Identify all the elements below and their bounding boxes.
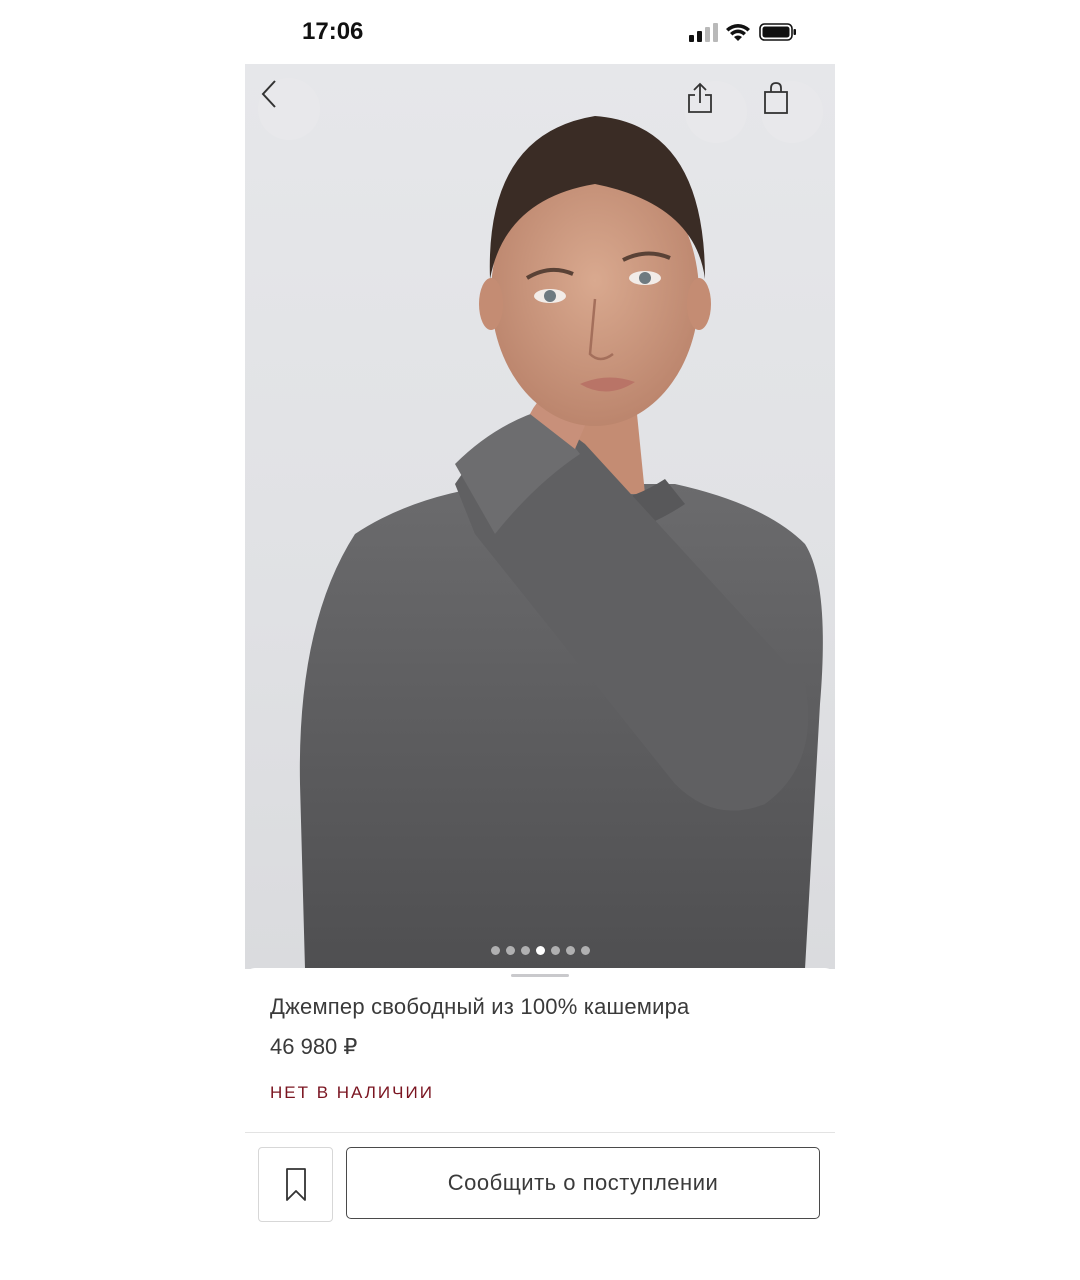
- shopping-bag-icon: [764, 82, 788, 114]
- phone-screen: 17:06 Джемпер свободный из 100% кашемира…: [245, 0, 835, 1280]
- page-dot[interactable]: [505, 946, 515, 955]
- notify-availability-button[interactable]: Сообщить о поступлении: [346, 1147, 820, 1219]
- sheet-grabber[interactable]: [511, 974, 569, 977]
- page-dot[interactable]: [565, 946, 575, 955]
- product-info-sheet: Джемпер свободный из 100% кашемира 46 98…: [245, 968, 835, 1280]
- status-time: 17:06: [302, 18, 364, 45]
- shopping-bag-button[interactable]: [761, 81, 823, 143]
- product-photo: [299, 116, 823, 969]
- wifi-icon: [726, 24, 750, 41]
- status-icons: [689, 22, 799, 46]
- page-dot[interactable]: [520, 946, 530, 955]
- cellular-signal-icon: [689, 23, 718, 42]
- share-button[interactable]: [685, 81, 747, 143]
- page-dot[interactable]: [490, 946, 500, 955]
- chevron-left-icon: [261, 80, 276, 108]
- product-title: Джемпер свободный из 100% кашемира: [270, 994, 690, 1019]
- page-dot[interactable]: [580, 946, 590, 955]
- back-button[interactable]: [258, 78, 320, 140]
- battery-icon: [759, 23, 796, 41]
- product-image-gallery[interactable]: [245, 64, 835, 969]
- status-bar: 17:06: [245, 0, 835, 64]
- page-dot[interactable]: [550, 946, 560, 955]
- bookmark-button[interactable]: [258, 1147, 333, 1222]
- bookmark-icon: [285, 1167, 306, 1201]
- page-dot-active[interactable]: [535, 946, 545, 955]
- product-price: 46 980 ₽: [270, 1034, 358, 1059]
- share-icon: [688, 82, 712, 113]
- divider: [245, 1132, 835, 1133]
- stock-status: НЕТ В НАЛИЧИИ: [270, 1083, 434, 1102]
- gallery-page-indicator[interactable]: [245, 946, 835, 958]
